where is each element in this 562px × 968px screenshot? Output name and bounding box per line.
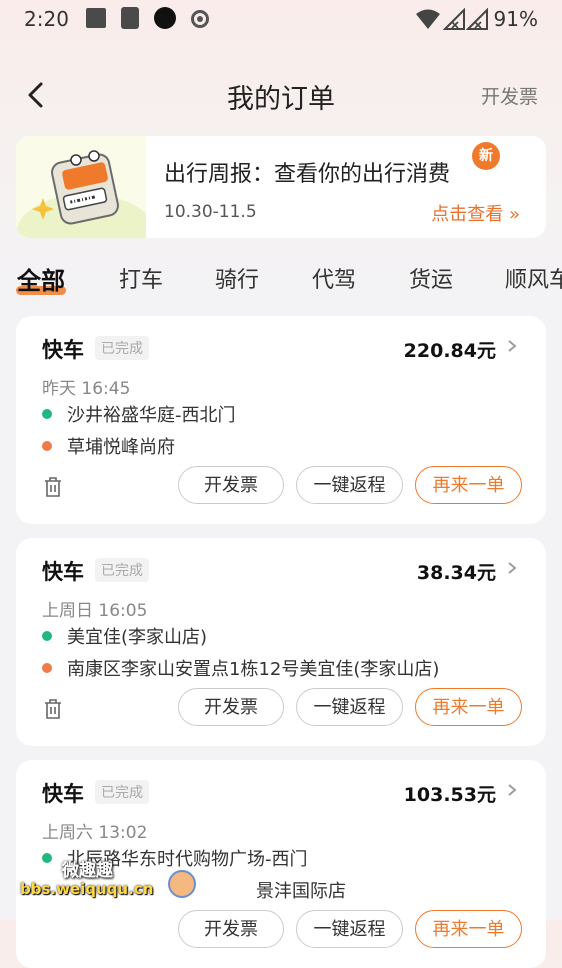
invoice-button[interactable]: 开发票 (178, 688, 284, 726)
order-status-badge: 已完成 (95, 336, 149, 360)
dropoff-address: 景沣国际店 (256, 881, 346, 902)
dropoff-row: 草埔悦峰尚府 (42, 433, 175, 459)
invoice-button[interactable]: 开发票 (178, 466, 284, 504)
wifi-icon (416, 9, 440, 29)
page-title: 我的订单 (227, 84, 335, 115)
new-badge: 新 (472, 142, 500, 170)
weekly-report-banner[interactable]: 出行周报：查看你的出行消费 新 10.30-11.5 点击查看 » (16, 136, 546, 238)
chevron-right-icon[interactable] (506, 784, 518, 796)
order-status-badge: 已完成 (95, 558, 149, 582)
reorder-button[interactable]: 再来一单 (415, 910, 522, 948)
status-time: 2:20 (24, 7, 69, 31)
order-category-tabs: 全部 打车 骑行 代驾 货运 顺风车 (0, 258, 562, 302)
promo-date-range: 10.30-11.5 (164, 202, 257, 222)
tab-freight[interactable]: 货运 (409, 262, 453, 294)
order-type: 快车 (42, 338, 84, 362)
battery-percent: 91% (493, 7, 538, 31)
watermark-mascot-icon (168, 870, 196, 898)
trash-icon[interactable] (42, 476, 64, 498)
return-trip-button[interactable]: 一键返程 (296, 910, 403, 948)
order-type: 快车 (42, 560, 84, 584)
report-illustration-icon (16, 136, 146, 238)
order-type: 快车 (42, 782, 84, 806)
tab-taxi[interactable]: 打车 (119, 262, 163, 294)
order-status-badge: 已完成 (95, 780, 149, 804)
reorder-button[interactable]: 再来一单 (415, 688, 522, 726)
pickup-row: 沙井裕盛华庭-西北门 (42, 401, 236, 427)
watermark-title: 微趣趣 (62, 861, 113, 881)
tab-designated-driver[interactable]: 代驾 (312, 262, 356, 294)
chevron-right-icon[interactable] (506, 340, 518, 352)
invoice-button[interactable]: 开发票 (178, 910, 284, 948)
pickup-address: 沙井裕盛华庭-西北门 (67, 405, 236, 426)
promo-view-link[interactable]: 点击查看 » (431, 200, 520, 226)
chevron-right-icon[interactable] (506, 562, 518, 574)
order-price: 220.84元 (403, 340, 496, 362)
end-dot-icon (42, 441, 52, 451)
header: 我的订单 开发票 (0, 64, 562, 124)
pickup-address: 美宜佳(李家山店) (67, 627, 208, 648)
start-dot-icon (42, 409, 52, 419)
tab-carpool[interactable]: 顺风车 (505, 262, 562, 294)
watermark: 微趣趣 bbs.weiququ.cn (20, 856, 200, 912)
clipboard-icon (121, 7, 139, 29)
notification-square-icon (86, 8, 106, 28)
dropoff-row: 景沣国际店 (256, 877, 346, 903)
return-trip-button[interactable]: 一键返程 (296, 688, 403, 726)
order-price: 103.53元 (403, 784, 496, 806)
end-dot-icon (42, 663, 52, 673)
start-dot-icon (42, 631, 52, 641)
signal-icon (443, 8, 465, 30)
trash-icon[interactable] (42, 698, 64, 720)
radio-notification-icon (191, 10, 209, 28)
tab-all[interactable]: 全部 (17, 261, 65, 296)
dropoff-address: 南康区李家山安置点1栋12号美宜佳(李家山店) (67, 659, 440, 680)
signal-icon-2 (466, 8, 488, 30)
order-time: 上周日 16:05 (42, 601, 148, 621)
order-time: 上周六 13:02 (42, 823, 148, 843)
order-card[interactable]: 快车 已完成 38.34元 上周日 16:05 美宜佳(李家山店) 南康区李家山… (16, 538, 546, 746)
tab-bike[interactable]: 骑行 (215, 262, 259, 294)
status-bar: 2:20 91% (0, 0, 562, 40)
promo-title: 出行周报：查看你的出行消费 (164, 162, 451, 187)
pickup-row: 美宜佳(李家山店) (42, 623, 207, 649)
order-price: 38.34元 (416, 562, 496, 584)
invoice-button[interactable]: 开发票 (481, 82, 538, 109)
order-card[interactable]: 快车 已完成 220.84元 昨天 16:45 沙井裕盛华庭-西北门 草埔悦峰尚… (16, 316, 546, 524)
circle-notification-icon (154, 7, 176, 29)
watermark-url: bbs.weiququ.cn (20, 880, 154, 898)
order-time: 昨天 16:45 (42, 379, 131, 399)
reorder-button[interactable]: 再来一单 (415, 466, 522, 504)
dropoff-address: 草埔悦峰尚府 (67, 437, 175, 458)
dropoff-row: 南康区李家山安置点1栋12号美宜佳(李家山店) (42, 655, 439, 681)
return-trip-button[interactable]: 一键返程 (296, 466, 403, 504)
